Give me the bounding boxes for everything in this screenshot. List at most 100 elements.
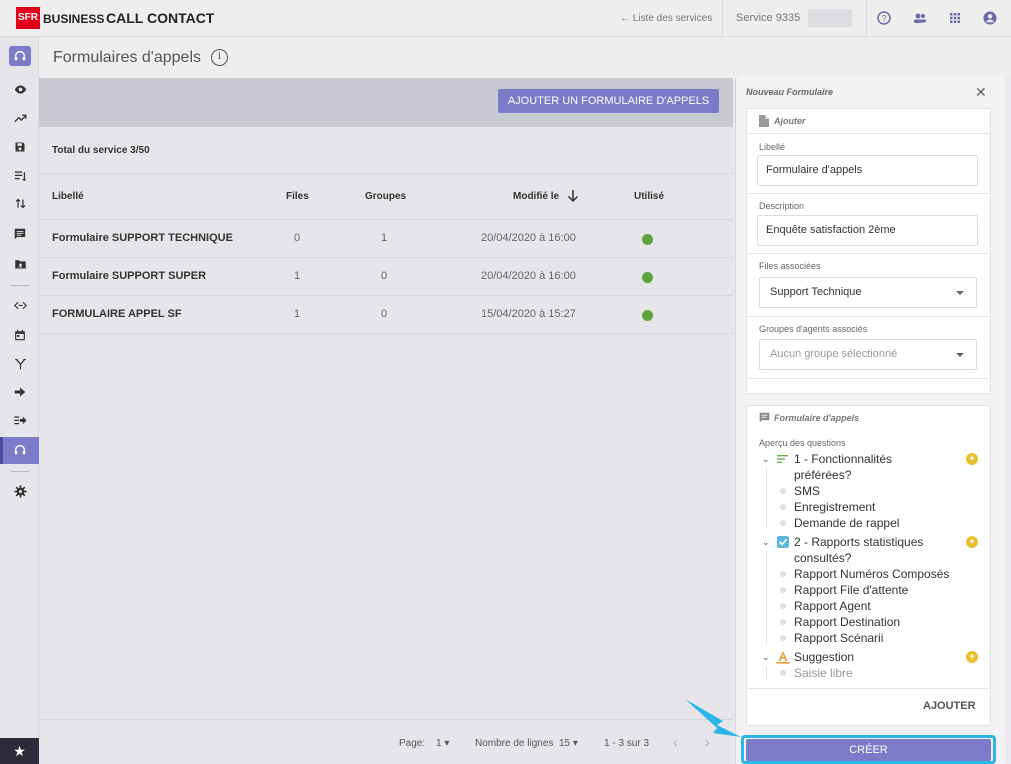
option-bullet (780, 587, 786, 593)
page-select[interactable]: 1 ▾ (436, 738, 449, 749)
modified-date: 20/04/2020 à 16:00 (481, 232, 576, 244)
info-icon[interactable]: i (211, 49, 228, 66)
option-label: Rapport Agent (794, 599, 871, 613)
help-icon[interactable]: ? (876, 10, 892, 26)
files-select-value: Support Technique (770, 286, 862, 298)
files-select[interactable]: Support Technique (759, 277, 977, 308)
option-label: SMS (794, 484, 821, 498)
calendar-icon[interactable] (9, 325, 31, 345)
checkbox-icon (777, 536, 789, 548)
option-label: Rapport Scénarii (794, 631, 884, 645)
libelle-input[interactable]: Formulaire d'appels (757, 155, 978, 186)
field-divider (746, 316, 991, 317)
settings-icon[interactable] (9, 482, 31, 502)
option-bullet (780, 488, 786, 494)
star-badge-icon[interactable]: ✦ (966, 536, 978, 548)
table-row[interactable]: Formulaire SUPPORT SUPER 1 0 20/04/2020 … (39, 258, 733, 296)
code-icon[interactable] (9, 296, 31, 316)
eye-icon[interactable] (9, 80, 31, 100)
prev-page-icon[interactable]: ‹ (673, 734, 678, 750)
headset-icon[interactable] (9, 46, 31, 66)
form-name: FORMULAIRE APPEL SF (52, 308, 182, 320)
chevron-down-icon[interactable]: ⌄ (762, 454, 770, 465)
sidebar-item-call-forms[interactable] (0, 437, 39, 464)
dropdown-icon: ▾ (572, 738, 578, 749)
service-name[interactable]: Service 9335 (736, 12, 800, 24)
option-label: Rapport File d'attente (794, 583, 909, 597)
close-icon[interactable]: ✕ (975, 84, 987, 101)
preview-label: Aperçu des questions (759, 438, 846, 448)
column-header-name[interactable]: Libellé (52, 191, 84, 202)
form-name: Formulaire SUPPORT SUPER (52, 270, 207, 282)
option-label: Enregistrement (794, 500, 876, 514)
libelle-label: Libellé (759, 142, 786, 152)
add-call-form-button[interactable]: AJOUTER UN FORMULAIRE D'APPELS (498, 89, 719, 113)
apps-grid-icon[interactable] (947, 10, 963, 26)
queue-icon[interactable] (9, 166, 31, 186)
chevron-down-icon[interactable]: ⌄ (762, 537, 770, 548)
question-title[interactable]: Suggestion (794, 649, 854, 665)
brand-name: BUSINESS (43, 12, 105, 26)
column-header-groups[interactable]: Groupes (365, 191, 406, 202)
sort-desc-icon[interactable] (566, 189, 580, 203)
headset-active-icon (0, 437, 39, 467)
save-icon[interactable] (9, 137, 31, 157)
question-title[interactable]: 2 - Rapports statistiques (794, 534, 923, 550)
star-badge-icon[interactable]: ✦ (966, 651, 978, 663)
sidebar-divider (10, 471, 30, 472)
fork-icon[interactable] (9, 354, 31, 374)
rows-per-page-label: Nombre de lignes (475, 738, 554, 749)
column-header-modified[interactable]: Modifié le (513, 191, 559, 202)
used-status-dot (642, 234, 653, 245)
tree-line (766, 666, 767, 680)
option-bullet (780, 603, 786, 609)
sfr-logo: SFR (16, 7, 40, 29)
table-row[interactable]: Formulaire SUPPORT TECHNIQUE 0 1 20/04/2… (39, 220, 733, 258)
add-question-button[interactable]: AJOUTER (923, 700, 976, 712)
dropdown-icon: ▾ (444, 738, 450, 749)
groups-select[interactable]: Aucun groupe sélectionné (759, 339, 977, 370)
option-bullet (780, 504, 786, 510)
arrow-icon[interactable] (9, 382, 31, 402)
divider (722, 0, 723, 37)
column-header-used[interactable]: Utilisé (634, 191, 664, 202)
option-label: Rapport Destination (794, 615, 901, 629)
account-icon[interactable] (982, 10, 998, 26)
message-icon[interactable] (9, 224, 31, 244)
option-label: Rapport Numéros Composés (794, 567, 950, 581)
description-input[interactable]: Enquête satisfaction 2ème (757, 215, 978, 246)
app-title: CALL CONTACT (106, 10, 215, 26)
files-count: 1 (294, 270, 301, 282)
forward-icon[interactable] (9, 411, 31, 431)
rows-per-page-select[interactable]: 15 ▾ (559, 738, 578, 749)
form-preview-title: Formulaire d'appels (774, 413, 860, 423)
option-bullet (780, 670, 786, 676)
users-icon[interactable] (912, 10, 928, 26)
table-row[interactable]: FORMULAIRE APPEL SF 1 0 15/04/2020 à 15:… (39, 296, 733, 334)
divider (866, 0, 867, 37)
chevron-down-icon[interactable]: ⌄ (762, 652, 770, 663)
add-card-header: Ajouter (747, 109, 990, 134)
dropdown-caret-icon (956, 353, 964, 357)
trend-icon[interactable] (9, 109, 31, 129)
dropdown-caret-icon (956, 291, 964, 295)
services-list-link[interactable]: ← Liste des services (620, 13, 712, 24)
document-icon (759, 115, 769, 127)
transfer-icon[interactable] (9, 194, 31, 214)
star-icon[interactable]: ★ (0, 738, 39, 764)
create-button[interactable]: CRÉER (746, 739, 991, 761)
files-count: 0 (294, 232, 301, 244)
groups-label: Groupes d'agents associés (759, 324, 868, 334)
used-status-dot (642, 310, 653, 321)
option-bullet (780, 619, 786, 625)
question-title-cont: consultés? (794, 551, 852, 565)
folder-icon[interactable] (9, 254, 31, 274)
star-badge-icon[interactable]: ✦ (966, 453, 978, 465)
table-area (39, 127, 733, 719)
range-label: 1 - 3 sur 3 (604, 738, 650, 749)
active-indicator (0, 437, 3, 464)
column-header-files[interactable]: Files (286, 191, 309, 202)
panel-title: Nouveau Formulaire (746, 87, 834, 97)
question-title[interactable]: 1 - Fonctionnalités (794, 451, 892, 467)
tree-line (766, 468, 767, 528)
